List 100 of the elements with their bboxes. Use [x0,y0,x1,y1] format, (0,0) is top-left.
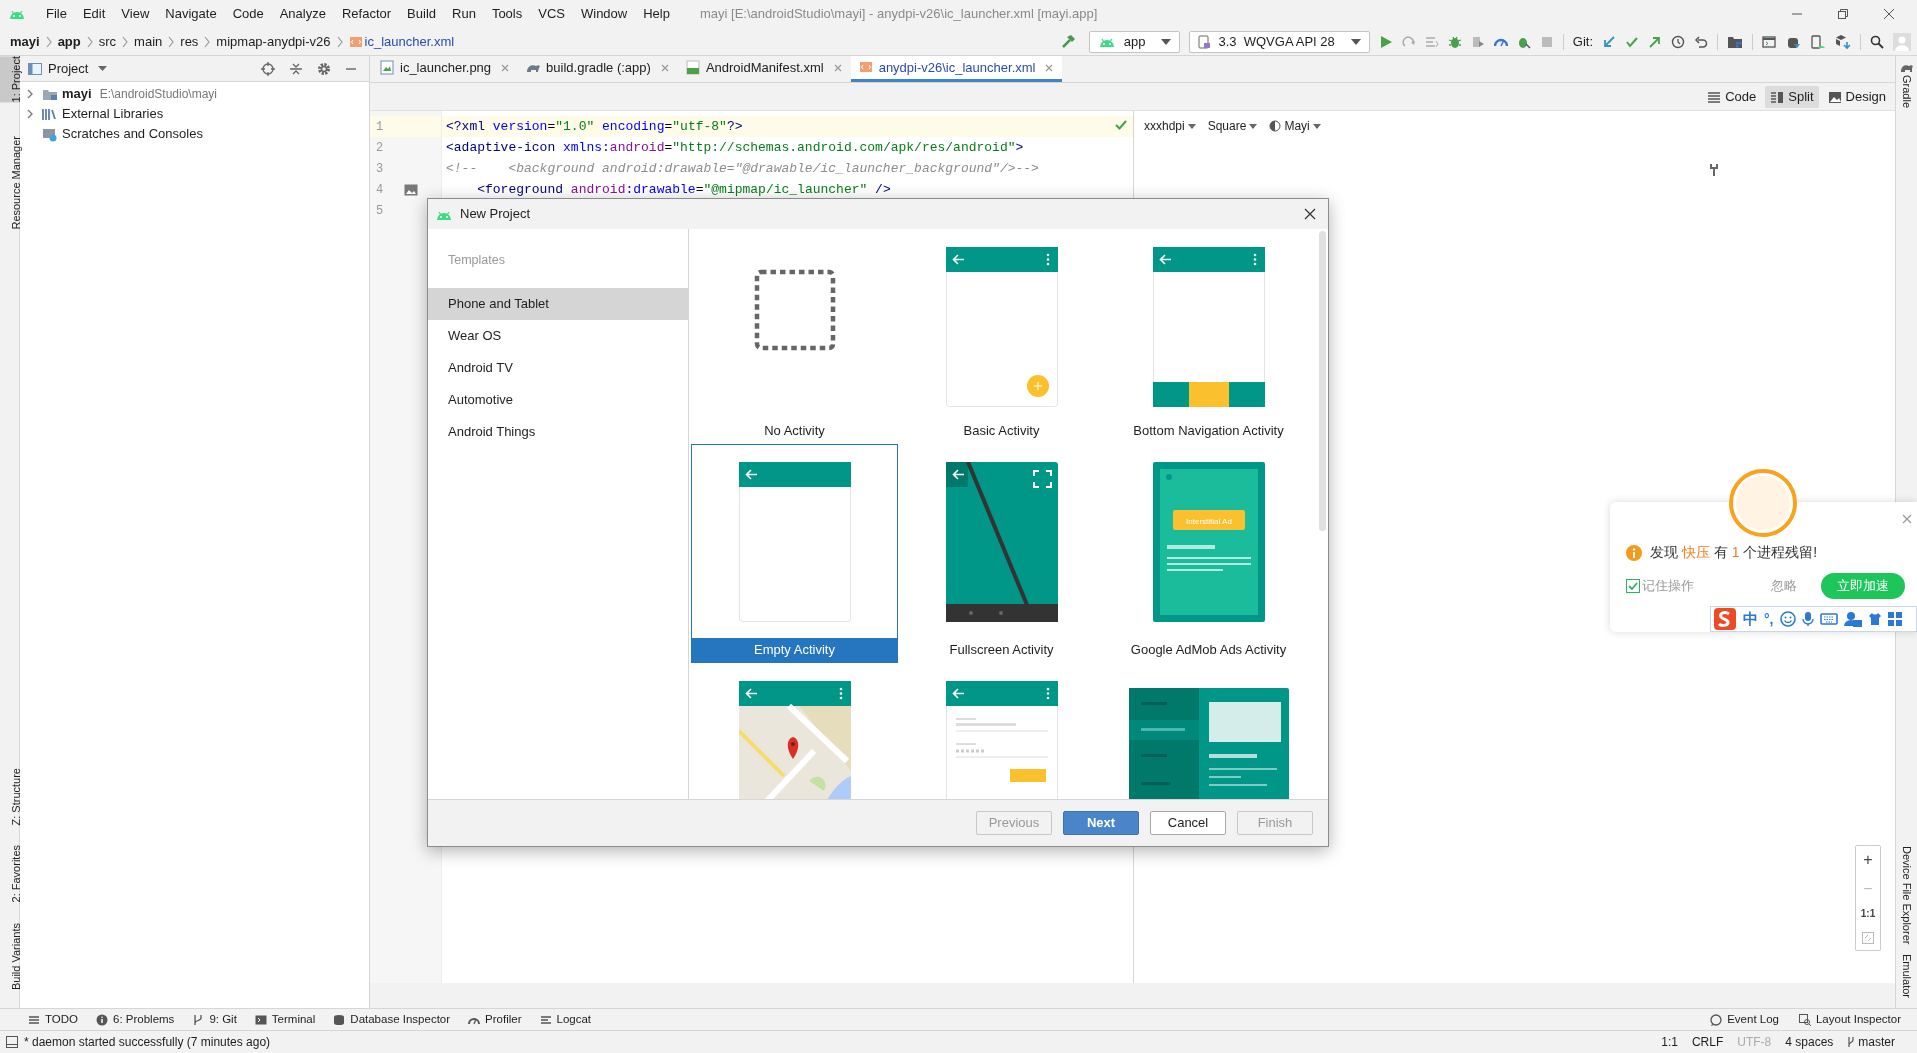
category-item[interactable]: Android Things [428,415,688,448]
punctuation-toggle[interactable]: °, [1764,608,1774,630]
update-project-icon[interactable] [1602,34,1616,49]
microphone-icon[interactable] [1801,611,1814,627]
tool-window-button[interactable]: Layout Inspector [1798,1010,1901,1029]
breadcrumb-item[interactable]: ic_launcher.xml [364,31,455,52]
zoom-in-button[interactable]: + [1863,852,1873,869]
breadcrumb-item[interactable]: main [134,31,163,52]
run-config-dropdown[interactable]: app [1088,30,1181,53]
tool-window-button[interactable]: 9: Git [192,1010,237,1029]
tool-window-button[interactable]: Terminal [254,1010,316,1029]
menu-item[interactable]: View [113,4,158,24]
scrollbar-thumb[interactable] [1319,231,1326,531]
breadcrumb-item[interactable]: app [57,31,81,52]
run-icon[interactable] [1378,34,1393,49]
collapse-all-icon[interactable] [289,61,303,76]
tool-window-tab[interactable]: Resource Manager [0,136,20,231]
shirt-icon[interactable] [1867,612,1882,626]
view-mode-button[interactable]: Split [1765,85,1819,108]
dialog-button[interactable]: Next [1063,811,1139,835]
menu-item[interactable]: Edit [74,4,114,24]
project-view-dropdown[interactable]: Project [28,58,108,79]
tool-window-button[interactable]: Profiler [468,1010,522,1029]
menu-item[interactable]: Code [224,4,272,24]
tool-window-button[interactable]: 6: Problems [96,1010,175,1029]
restore-icon[interactable] [1837,8,1849,20]
preview-dropdown[interactable]: Square [1207,117,1258,135]
tool-window-tab[interactable]: Build Variants [0,922,20,990]
category-item[interactable]: Wear OS [428,319,688,352]
device-manager-icon[interactable] [1810,34,1826,49]
settings-icon[interactable] [317,61,331,76]
editor-tab[interactable]: anydpi-v26\ic_launcher.xml [850,56,1063,82]
device-dropdown[interactable]: 3.3 WQVGA API 28 [1189,30,1370,53]
tree-item[interactable]: Scratches and Consoles [20,124,369,144]
rollback-icon[interactable] [1694,34,1708,49]
menu-item[interactable]: File [38,4,75,24]
category-item[interactable]: Automotive [428,383,688,416]
breadcrumb-item[interactable]: res [180,31,199,52]
status-item[interactable]: 1:1 [1661,1033,1678,1051]
status-item[interactable]: 4 spaces [1785,1033,1834,1051]
editor-tab[interactable]: AndroidManifest.xml [677,56,851,82]
category-item[interactable]: Android TV [428,351,688,384]
preview-dropdown[interactable]: Mayi [1269,117,1321,135]
close-tab-icon[interactable] [500,62,511,73]
apply-changes-icon[interactable] [1401,34,1416,49]
menu-item[interactable]: Help [635,4,678,24]
tool-window-button[interactable]: Database Inspector [333,1010,451,1029]
toggle-tool-windows-icon[interactable] [6,1036,18,1048]
tool-window-tab[interactable]: 2: Favorites [0,845,20,903]
tool-window-tab[interactable]: Z: Structure [0,768,20,826]
breadcrumb-item[interactable]: mayi [10,31,40,52]
editor-tab[interactable]: build.gradle (:app) [518,56,678,82]
menu-item[interactable]: Refactor [333,4,400,24]
view-mode-button[interactable]: Code [1702,85,1762,108]
tree-item[interactable]: mayi E:\androidStudio\mayi [20,84,369,104]
preview-dropdown[interactable]: xxxhdpi [1144,117,1196,135]
menu-item[interactable]: Build [399,4,444,24]
terminal-window-icon[interactable] [1762,34,1776,49]
close-tab-icon[interactable] [832,62,843,73]
user-icon[interactable] [1843,611,1862,627]
dialog-button[interactable]: Cancel [1150,811,1226,835]
push-icon[interactable] [1648,34,1662,49]
grid-icon[interactable] [1887,612,1902,626]
tool-window-tab[interactable]: Device File Explorer [1894,845,1917,944]
sdk-manager-icon[interactable] [1835,33,1851,50]
tool-window-tab[interactable]: Gradle [1895,75,1917,109]
close-icon[interactable] [1883,8,1895,20]
status-item[interactable]: CRLF [1691,1033,1724,1051]
debug-icon[interactable] [1447,34,1462,49]
tool-window-tab[interactable]: Emulator [1894,953,1917,998]
history-icon[interactable] [1671,34,1685,49]
template-card[interactable]: Fullscreen Activity [898,444,1105,663]
coverage-icon[interactable] [1470,34,1485,49]
tree-item[interactable]: External Libraries [20,104,369,124]
input-mode-toggle[interactable]: 中 [1743,607,1758,631]
template-card[interactable]: No Activity [691,229,898,444]
keyboard-icon[interactable] [1819,612,1838,626]
editor-tab[interactable]: ic_launcher.png [372,56,519,82]
template-card[interactable]: Bottom Navigation Activity [1105,229,1312,444]
breadcrumb-item[interactable]: src [98,31,117,52]
emoji-icon[interactable] [1779,611,1796,627]
view-mode-button[interactable]: Design [1822,85,1891,108]
template-card[interactable]: Interstitial Ad Google AdMob Ads Activity [1105,444,1312,663]
tool-window-button[interactable]: TODO [28,1010,78,1029]
template-card[interactable]: Empty Activity [691,444,898,663]
project-structure-icon[interactable] [1727,34,1743,49]
close-tab-icon[interactable] [659,62,670,73]
close-icon[interactable] [1304,208,1316,220]
menu-item[interactable]: Window [572,4,636,24]
close-tab-icon[interactable] [1044,62,1055,73]
menu-item[interactable]: Navigate [157,4,225,24]
menu-item[interactable]: Analyze [271,4,334,24]
actual-size-button[interactable]: 1:1 [1860,909,1876,920]
status-item[interactable]: master [1847,1033,1895,1051]
menu-item[interactable]: VCS [530,4,573,24]
category-item[interactable]: Phone and Tablet [428,287,688,320]
breadcrumb-item[interactable]: mipmap-anydpi-v26 [216,31,331,52]
menu-item[interactable]: Run [444,4,484,24]
template-card[interactable]: Basic Activity [898,229,1105,444]
locate-icon[interactable] [261,61,275,76]
